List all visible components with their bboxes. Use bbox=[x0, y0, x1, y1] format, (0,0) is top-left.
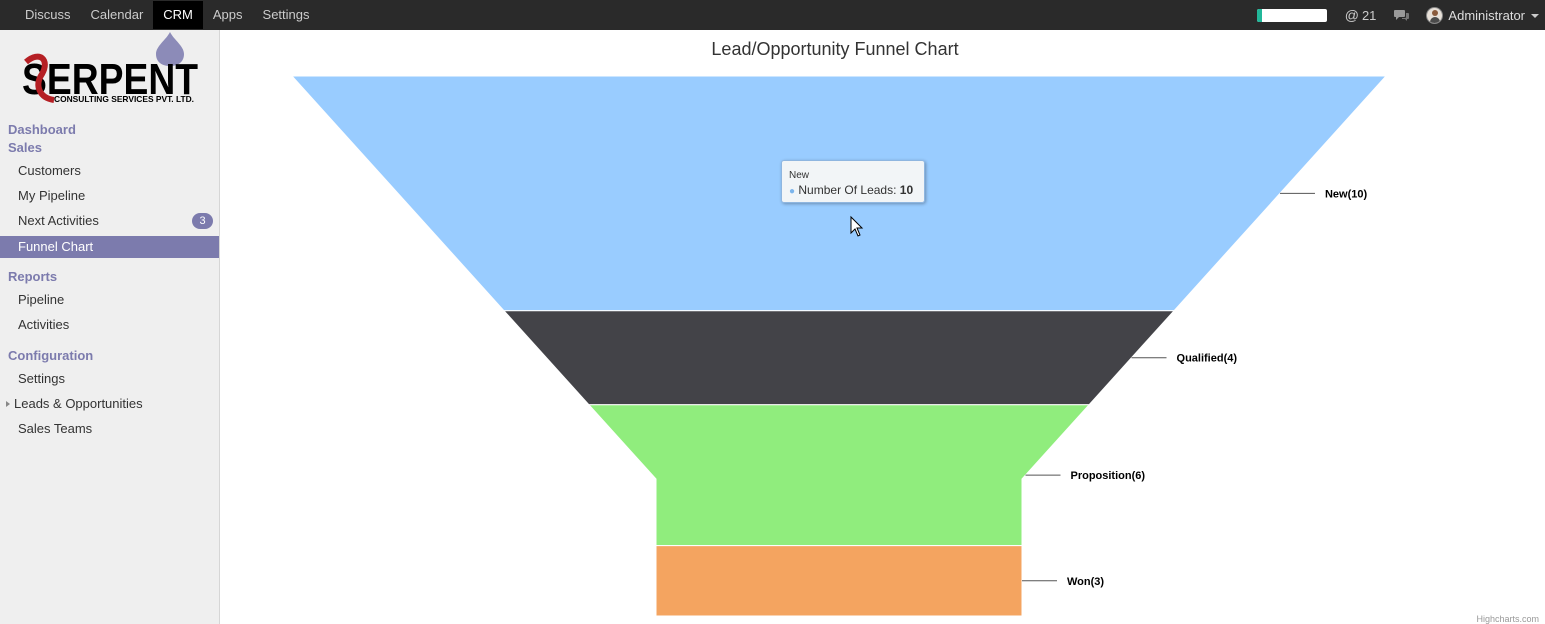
user-menu[interactable]: Administrator bbox=[1426, 6, 1539, 24]
menu-discuss[interactable]: Discuss bbox=[15, 1, 81, 29]
tooltip-value: 10 bbox=[899, 183, 914, 197]
nav-section-reports: Reports bbox=[8, 269, 58, 284]
at-icon: @ bbox=[1344, 7, 1359, 23]
sidebar-item-settings[interactable]: Settings bbox=[0, 368, 219, 390]
tooltip-series: Number Of Leads bbox=[798, 183, 894, 197]
series-dot-icon: ● bbox=[789, 186, 796, 197]
funnel-label-proposition: Proposition(6) bbox=[1070, 470, 1145, 482]
sidebar-item-sales-teams[interactable]: Sales Teams bbox=[0, 418, 219, 440]
sidebar-item-activities[interactable]: Activities bbox=[0, 314, 219, 336]
sidebar-item-leads-opportunities[interactable]: Leads & Opportunities bbox=[0, 393, 219, 415]
chat-icon[interactable] bbox=[1394, 9, 1410, 22]
sidebar-item-next-activities[interactable]: Next Activities 3 bbox=[0, 210, 219, 232]
sidebar-item-label: Pipeline bbox=[18, 292, 65, 307]
sidebar-item-label: Customers bbox=[18, 163, 81, 178]
app-menu: Discuss Calendar CRM Apps Settings bbox=[15, 0, 320, 30]
sidebar-item-label: Settings bbox=[18, 371, 65, 386]
svg-text:CONSULTING SERVICES PVT. LTD.: CONSULTING SERVICES PVT. LTD. bbox=[54, 94, 194, 104]
chevron-down-icon bbox=[1531, 14, 1539, 18]
funnel-chart: New(10) Qualified(4) Proposition(6) Won(3) bbox=[290, 75, 1388, 617]
funnel-label-qualified: Qualified(4) bbox=[1177, 353, 1238, 365]
sidebar-item-label: Activities bbox=[18, 317, 70, 332]
nav-dashboard[interactable]: Dashboard bbox=[8, 122, 76, 137]
expand-triangle-icon[interactable] bbox=[6, 401, 10, 407]
progress-indicator[interactable] bbox=[1256, 8, 1327, 22]
company-logo[interactable]: SERPENT CONSULTING SERVICES PVT. LTD. bbox=[20, 32, 210, 112]
sidebar: SERPENT CONSULTING SERVICES PVT. LTD. Da… bbox=[0, 30, 220, 624]
funnel-label-won: Won(3) bbox=[1067, 576, 1104, 588]
avatar bbox=[1426, 6, 1444, 24]
menu-apps[interactable]: Apps bbox=[203, 1, 253, 29]
mentions-counter[interactable]: @ 21 bbox=[1345, 7, 1377, 23]
nav-section-configuration: Configuration bbox=[8, 348, 94, 363]
sidebar-item-customers[interactable]: Customers bbox=[0, 160, 219, 182]
funnel-segment-proposition[interactable] bbox=[587, 404, 1091, 547]
count-badge: 3 bbox=[192, 213, 213, 229]
main-content: Lead/Opportunity Funnel Chart New(10) Qua… bbox=[221, 30, 1545, 624]
tooltip-row: ● Number Of Leads: 10 bbox=[789, 183, 914, 197]
sidebar-item-label: Leads & Opportunities bbox=[14, 396, 143, 411]
nav-section-sales[interactable]: Sales bbox=[8, 140, 42, 155]
sidebar-item-pipeline[interactable]: Pipeline bbox=[0, 289, 219, 311]
user-name: Administrator bbox=[1448, 7, 1525, 23]
chart-tooltip: New ● Number Of Leads: 10 bbox=[781, 160, 925, 203]
tooltip-title: New bbox=[789, 170, 810, 181]
sidebar-item-funnel-chart[interactable]: Funnel Chart bbox=[0, 236, 219, 258]
funnel-label-new: New(10) bbox=[1325, 188, 1368, 200]
menu-settings[interactable]: Settings bbox=[253, 1, 320, 29]
top-navbar: Discuss Calendar CRM Apps Settings @ 21 … bbox=[0, 0, 1545, 30]
sidebar-item-label: Sales Teams bbox=[18, 421, 93, 436]
funnel-segment-won[interactable] bbox=[655, 545, 1023, 617]
sidebar-item-label: My Pipeline bbox=[18, 188, 86, 203]
menu-calendar[interactable]: Calendar bbox=[81, 1, 154, 29]
chart-credits[interactable]: Highcharts.com bbox=[1476, 614, 1539, 624]
funnel-segment-qualified[interactable] bbox=[502, 310, 1176, 406]
sidebar-item-label: Funnel Chart bbox=[18, 239, 94, 254]
sidebar-item-my-pipeline[interactable]: My Pipeline bbox=[0, 185, 219, 207]
sidebar-item-label: Next Activities bbox=[18, 213, 99, 228]
menu-crm[interactable]: CRM bbox=[153, 1, 203, 29]
mentions-count: 21 bbox=[1361, 7, 1377, 23]
progress-fill bbox=[1256, 8, 1263, 22]
systray: @ 21 Administrator bbox=[1256, 0, 1539, 30]
